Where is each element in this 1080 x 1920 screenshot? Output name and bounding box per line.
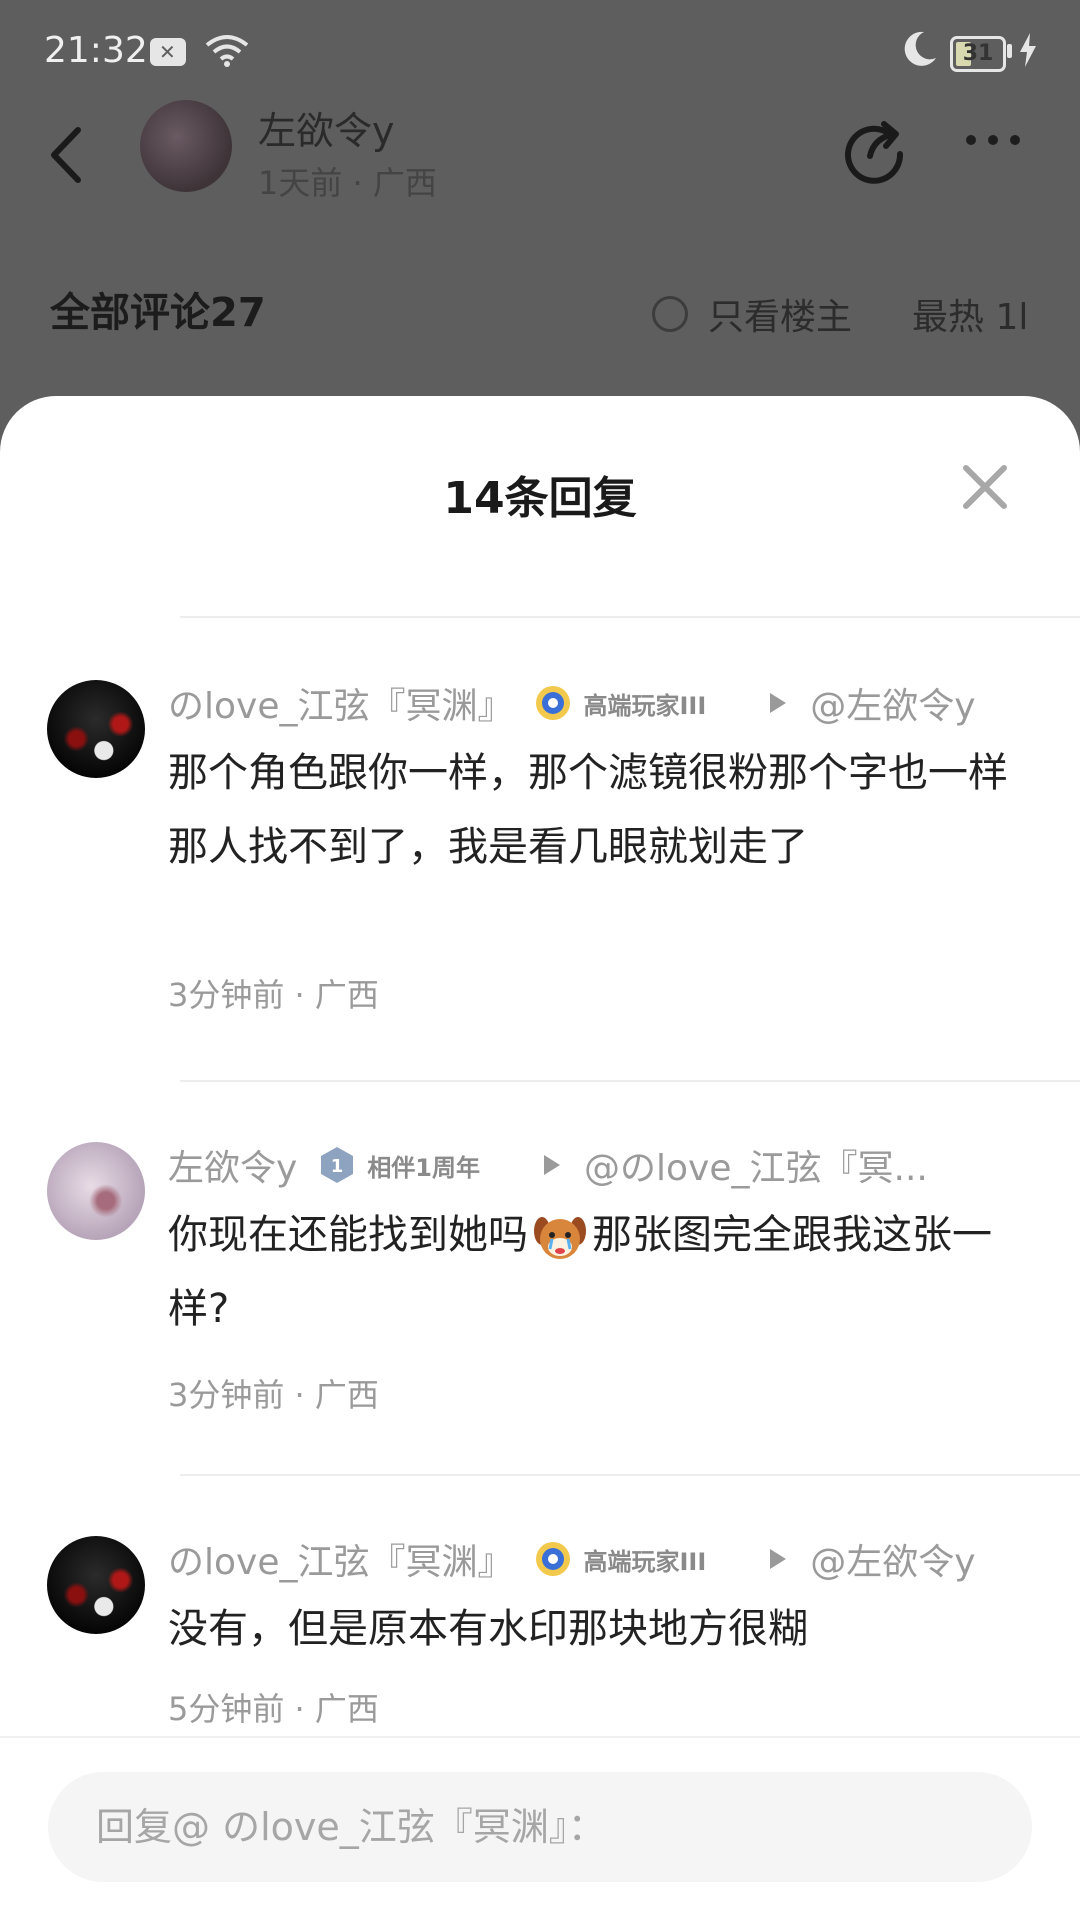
username[interactable]: 左欲令y xyxy=(168,1139,297,1191)
username[interactable]: のlove_江弦『冥渊』 xyxy=(168,677,513,729)
level-badge: 高端玩家III xyxy=(583,691,707,720)
moon-icon xyxy=(904,31,936,66)
status-time: 21:32 xyxy=(44,30,148,71)
reply-time: 3分钟前 · 广西 xyxy=(168,1376,379,1414)
player-badge-icon xyxy=(536,1542,571,1576)
reply-arrow-icon xyxy=(770,693,787,713)
charging-icon xyxy=(1020,33,1036,67)
author-avatar[interactable] xyxy=(140,100,232,192)
anniversary-badge: 相伴1周年 xyxy=(367,1153,481,1182)
battery-icon: 31 xyxy=(950,36,1006,72)
wifi-icon xyxy=(205,35,249,67)
post-header: 左欲令y 1天前 · 广西 xyxy=(0,100,1080,230)
reply-composer xyxy=(0,1736,1080,1920)
player-badge-icon xyxy=(536,686,571,720)
reply-text[interactable]: 那个角色跟你一样，那个滤镜很粉那个字也一样 那人找不到了，我是看几眼就划走了 xyxy=(168,736,1028,884)
post-meta: 1天前 · 广西 xyxy=(258,164,437,202)
crying-dog-emoji-icon xyxy=(534,1217,586,1259)
reply-input[interactable] xyxy=(48,1772,1032,1882)
reply-target[interactable]: @左欲令y xyxy=(810,677,975,729)
sort-button[interactable]: 最热 1l xyxy=(912,288,1028,340)
username[interactable]: のlove_江弦『冥渊』 xyxy=(168,1533,513,1585)
reply-target[interactable]: @のlove_江弦『冥... xyxy=(584,1139,928,1191)
avatar[interactable] xyxy=(47,1142,145,1240)
close-icon[interactable] xyxy=(960,462,1010,512)
svg-text:1: 1 xyxy=(331,1156,344,1177)
replies-sheet: 14条回复 のlove_江弦『冥渊』 高端玩家III @左欲令y 那个角色跟你一… xyxy=(0,396,1080,1920)
comments-bar: 全部评论27 只看楼主 最热 1l xyxy=(0,270,1080,350)
more-options-icon[interactable] xyxy=(960,130,1030,170)
op-only-label: 只看楼主 xyxy=(708,297,853,338)
level-badge: 高端玩家III xyxy=(583,1547,707,1576)
all-comments-title: 全部评论27 xyxy=(50,290,266,336)
anniversary-badge-icon: 1 xyxy=(321,1147,354,1183)
reply-time: 3分钟前 · 广西 xyxy=(168,976,379,1014)
back-arrow-icon[interactable] xyxy=(40,120,100,190)
divider xyxy=(180,1080,1080,1082)
divider xyxy=(180,1474,1080,1476)
radio-icon[interactable] xyxy=(652,296,688,332)
avatar[interactable] xyxy=(47,680,145,778)
op-only-toggle[interactable]: 只看楼主 xyxy=(652,288,852,340)
status-bar: 21:32 31 xyxy=(0,0,1080,100)
sheet-title: 14条回复 xyxy=(443,473,637,524)
battery-level: 31 xyxy=(962,41,994,66)
reply-time: 5分钟前 · 广西 xyxy=(168,1690,379,1728)
notification-icon xyxy=(150,38,186,66)
reply-target[interactable]: @左欲令y xyxy=(810,1533,975,1585)
reply-text[interactable]: 你现在还能找到她吗 那张图完全跟我这张一样? xyxy=(168,1198,1028,1346)
share-icon[interactable] xyxy=(840,114,910,184)
post-author-name[interactable]: 左欲令y xyxy=(258,100,395,155)
reply-arrow-icon xyxy=(770,1549,787,1569)
reply-text[interactable]: 没有，但是原本有水印那块地方很糊 xyxy=(168,1592,1028,1666)
divider xyxy=(180,616,1080,618)
avatar[interactable] xyxy=(47,1536,145,1634)
reply-arrow-icon xyxy=(544,1155,561,1175)
